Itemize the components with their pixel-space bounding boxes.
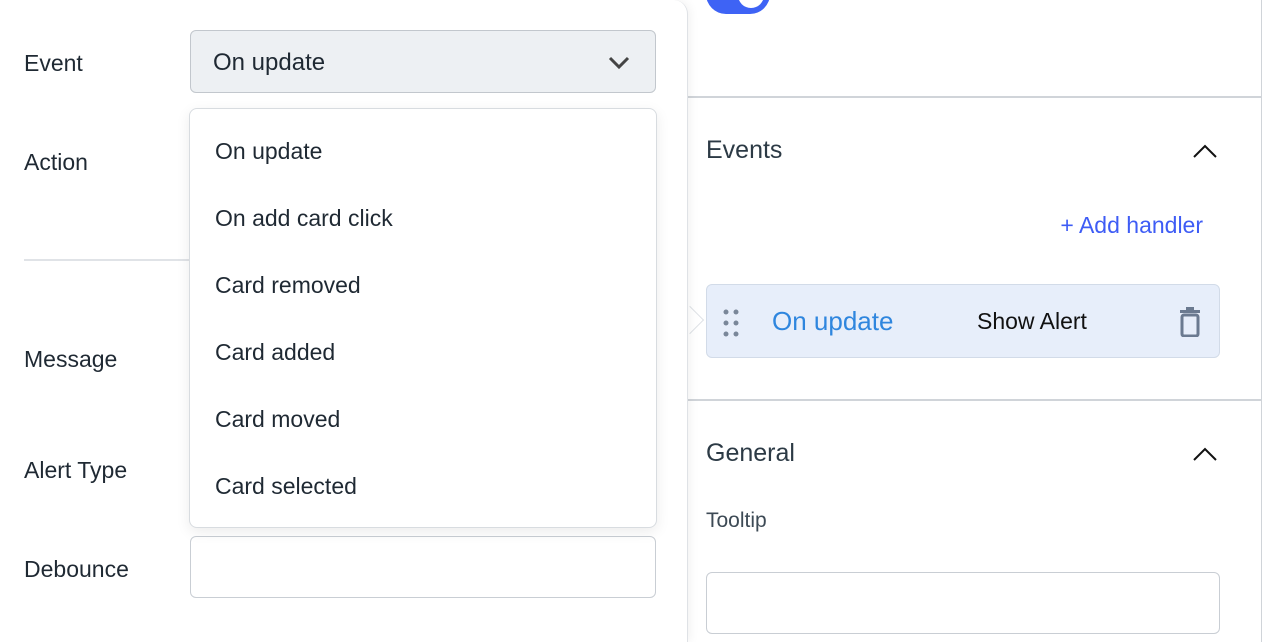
events-section-title: Events <box>706 136 783 164</box>
toggle-switch[interactable] <box>706 0 770 14</box>
message-label: Message <box>24 346 118 372</box>
add-handler-link[interactable]: + Add handler <box>1060 212 1203 239</box>
menu-item-on-update[interactable]: On update <box>190 131 656 198</box>
divider <box>688 96 1261 98</box>
chevron-up-icon[interactable] <box>1192 441 1218 467</box>
menu-item-card-removed[interactable]: Card removed <box>190 265 656 332</box>
handler-popover: Event On update Action Message Alert Typ… <box>0 0 688 642</box>
handler-event-name: On update <box>772 306 894 336</box>
event-dropdown-menu: On update On add card click Card removed… <box>189 108 657 528</box>
tooltip-input[interactable] <box>706 572 1220 634</box>
menu-item-card-added[interactable]: Card added <box>190 332 656 399</box>
action-label: Action <box>24 149 88 175</box>
debounce-input[interactable] <box>190 536 656 598</box>
menu-item-card-moved[interactable]: Card moved <box>190 399 656 466</box>
handler-action-name: Show Alert <box>977 308 1087 334</box>
properties-panel: Events + Add handler On update Show Aler… <box>688 0 1262 642</box>
divider <box>24 259 194 261</box>
general-section-title: General <box>706 439 795 467</box>
debounce-label: Debounce <box>24 556 129 582</box>
chevron-up-icon[interactable] <box>1192 138 1218 164</box>
event-select[interactable]: On update <box>190 30 656 93</box>
chevron-down-icon <box>608 56 630 70</box>
event-select-value: On update <box>213 49 326 76</box>
menu-item-on-add-card-click[interactable]: On add card click <box>190 198 656 265</box>
divider <box>688 399 1261 401</box>
tooltip-label: Tooltip <box>706 509 767 532</box>
alert-type-label: Alert Type <box>24 457 128 483</box>
event-label: Event <box>24 50 83 76</box>
trash-icon[interactable] <box>1179 307 1201 337</box>
event-handler-row[interactable]: On update Show Alert <box>706 284 1220 358</box>
menu-item-card-selected[interactable]: Card selected <box>190 466 656 533</box>
drag-handle-icon[interactable] <box>723 309 739 337</box>
